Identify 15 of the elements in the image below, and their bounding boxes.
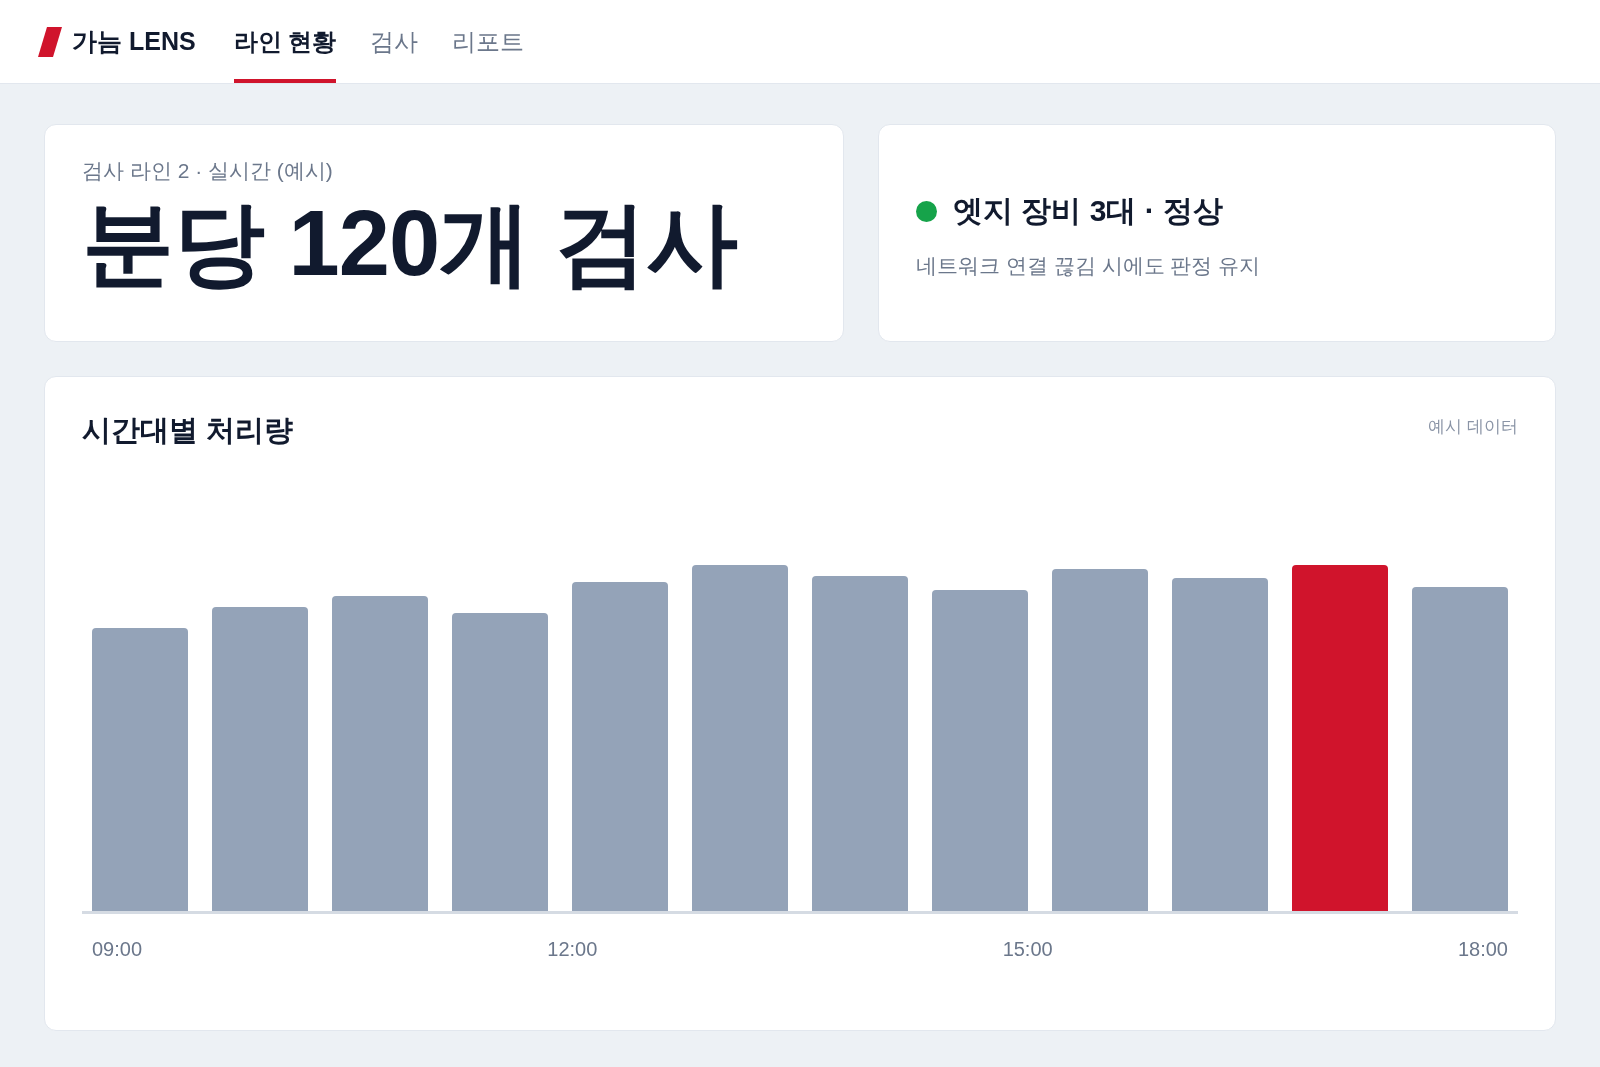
axis-label: 18:00 — [1457, 938, 1508, 961]
headline: 분당 120개 검사 — [82, 193, 738, 295]
axis-label: 15:00 — [1002, 938, 1053, 961]
status-title: 엣지 장비 3대 · 정상 — [953, 193, 1223, 229]
sample-data-label: 예시 데이터 — [1428, 416, 1518, 438]
nav-tab[interactable]: 리포트 — [452, 0, 525, 83]
status-note: 네트워크 연결 끊김 시에도 판정 유지 — [916, 253, 1262, 279]
nav-tab[interactable]: 검사 — [370, 0, 419, 83]
axis-label: 12:00 — [547, 938, 598, 961]
axis-label: 09:00 — [92, 938, 143, 961]
nav-tab[interactable]: 라인 현황 — [233, 0, 337, 83]
logo-icon — [38, 26, 62, 57]
chart-title: 시간대별 처리량 — [82, 413, 294, 448]
brand-name: 가늠 LENS — [72, 26, 196, 57]
line-caption: 검사 라인 2 · 실시간 (예시) — [82, 158, 334, 184]
